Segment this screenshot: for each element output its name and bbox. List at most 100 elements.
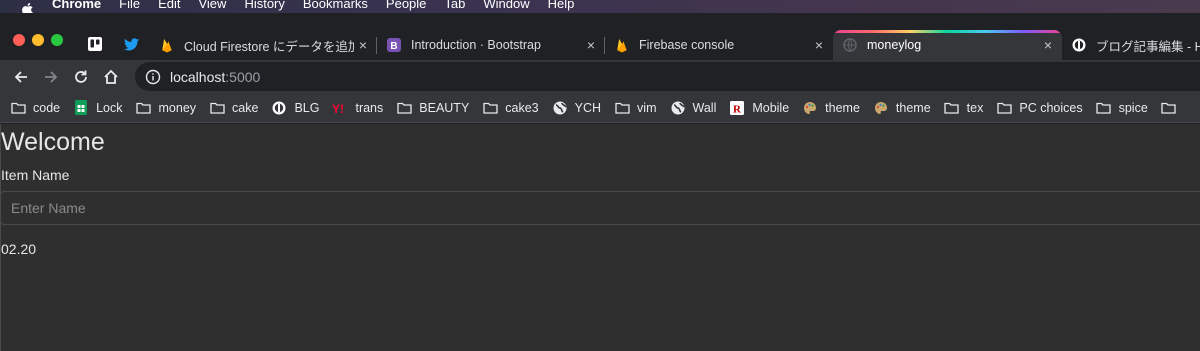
bookmark-label: BLG	[294, 100, 320, 115]
bookmark-label: BEAUTY	[419, 100, 470, 115]
firebase-icon	[615, 38, 629, 53]
palette-icon	[873, 100, 889, 116]
bookmark-pc-choices[interactable]: PC choices	[996, 100, 1083, 116]
hatena-icon	[1072, 38, 1086, 52]
bookmark-ych[interactable]: YCH	[552, 100, 601, 116]
tab-group-indicator	[835, 30, 1060, 33]
date-text: 02.20	[1, 241, 37, 257]
bookmark-tex[interactable]: tex	[944, 100, 983, 116]
tab-strip: Cloud Firestore にデータを追加す × B Introductio…	[0, 25, 1200, 60]
bookmarks-bar: code Lock money cake BLG Y! trans BEAUTY cake3 YC…	[0, 93, 1200, 123]
globe-icon	[552, 100, 568, 116]
address-bar[interactable]: localhost:5000	[135, 62, 1200, 91]
bookmark-label: money	[158, 100, 197, 115]
forward-button[interactable]	[36, 62, 66, 92]
apple-logo-icon[interactable]	[19, 2, 35, 13]
bookmark-theme[interactable]: theme	[873, 100, 931, 116]
folder-icon	[10, 100, 26, 116]
url-host: localhost	[170, 68, 226, 85]
bookmark-label: code	[33, 100, 61, 115]
bookmark-label: YCH	[574, 100, 602, 115]
folder-icon	[136, 100, 152, 116]
twitter-icon	[123, 37, 139, 50]
bookmark-beauty[interactable]: BEAUTY	[396, 100, 469, 116]
item-name-input[interactable]	[0, 191, 1200, 225]
folder-icon	[209, 100, 225, 116]
bookmark-vim[interactable]: vim	[614, 100, 657, 116]
pinned-tab-trello[interactable]	[77, 30, 113, 58]
palette-icon	[802, 100, 818, 116]
page-left-edge	[0, 124, 1, 351]
close-window-button[interactable]	[13, 34, 25, 46]
macos-menu-bar: Chrome File Edit View History Bookmarks …	[0, 0, 1200, 13]
url-port: :5000	[225, 68, 261, 85]
bookmark-label: trans	[355, 100, 384, 115]
reload-icon	[75, 70, 87, 83]
bookmark-theme[interactable]: theme	[802, 100, 860, 116]
bookmark-label: Lock	[96, 100, 123, 115]
tab-hatena-blog[interactable]: ブログ記事編集 - Hat	[1062, 30, 1200, 60]
bookmark-wall[interactable]: Wall	[670, 100, 717, 116]
tab-moneylog[interactable]: moneylog ×	[833, 30, 1062, 60]
menu-help[interactable]: Help	[548, 0, 575, 10]
folder-icon	[1096, 100, 1112, 116]
bookmark-spice[interactable]: spice	[1096, 100, 1148, 116]
tab-firebase-console[interactable]: Firebase console ×	[605, 30, 833, 60]
globe-icon	[843, 38, 857, 52]
bookmark-lock[interactable]: Lock	[73, 100, 123, 116]
folder-icon[interactable]	[1161, 102, 1176, 114]
folder-icon	[944, 100, 960, 116]
globe-icon	[670, 100, 686, 116]
folder-icon	[396, 100, 412, 116]
bookmark-mobile[interactable]: R Mobile	[729, 100, 789, 116]
bookmark-label: vim	[637, 100, 657, 115]
tab-title: ブログ記事編集 - Hat	[1096, 39, 1200, 54]
reload-button[interactable]	[66, 62, 96, 92]
bookmark-code[interactable]: code	[10, 100, 60, 116]
minimize-window-button[interactable]	[32, 34, 44, 46]
tab-title: moneylog	[867, 38, 922, 52]
tab-title: Introduction · Bootstrap	[411, 38, 541, 52]
menu-view[interactable]: View	[198, 0, 226, 10]
menu-history[interactable]: History	[244, 0, 284, 10]
menu-people[interactable]: People	[386, 0, 426, 10]
yahoo-icon: Y!	[332, 100, 348, 116]
tab-close-icon[interactable]: ×	[355, 37, 371, 53]
tab-bootstrap[interactable]: B Introduction · Bootstrap ×	[377, 30, 605, 60]
tab-close-icon[interactable]: ×	[1040, 37, 1056, 53]
bookmark-label: spice	[1118, 100, 1148, 115]
trello-icon	[88, 37, 102, 51]
menu-edit[interactable]: Edit	[158, 0, 180, 10]
bookmark-cake3[interactable]: cake3	[482, 100, 539, 116]
bookmark-cake[interactable]: cake	[209, 100, 258, 116]
tab-cloud-firestore[interactable]: Cloud Firestore にデータを追加す ×	[150, 30, 377, 60]
bookmark-trans[interactable]: Y! trans	[332, 100, 383, 116]
fullscreen-window-button[interactable]	[51, 34, 63, 46]
bookmark-blg[interactable]: BLG	[271, 100, 319, 116]
tab-title: Cloud Firestore にデータを追加す	[184, 39, 355, 54]
bookmark-label: cake3	[505, 100, 539, 115]
page-content: Welcome Item Name 02.20	[0, 124, 1200, 351]
browser-toolbar: localhost:5000	[0, 60, 1200, 93]
back-button[interactable]	[6, 62, 36, 92]
bookmark-label: theme	[825, 100, 860, 115]
bookmark-label: Wall	[692, 100, 717, 115]
menu-file[interactable]: File	[119, 0, 140, 10]
menu-tab[interactable]: Tab	[444, 0, 465, 10]
svg-text:Y!: Y!	[332, 102, 344, 115]
home-button[interactable]	[96, 62, 126, 92]
bookmark-money[interactable]: money	[136, 100, 197, 116]
arrow-right-icon	[45, 70, 58, 83]
menu-bookmarks[interactable]: Bookmarks	[303, 0, 368, 10]
folder-icon	[614, 100, 630, 116]
pinned-tab-twitter[interactable]	[113, 30, 149, 58]
firebase-icon	[160, 38, 174, 53]
site-info-icon[interactable]	[145, 69, 161, 85]
hatena-icon	[271, 100, 287, 116]
tab-close-icon[interactable]: ×	[583, 37, 599, 53]
menu-chrome[interactable]: Chrome	[52, 0, 101, 10]
folder-icon	[482, 100, 498, 116]
menu-window[interactable]: Window	[483, 0, 529, 10]
bookmark-label: theme	[895, 100, 931, 115]
tab-close-icon[interactable]: ×	[811, 37, 827, 53]
